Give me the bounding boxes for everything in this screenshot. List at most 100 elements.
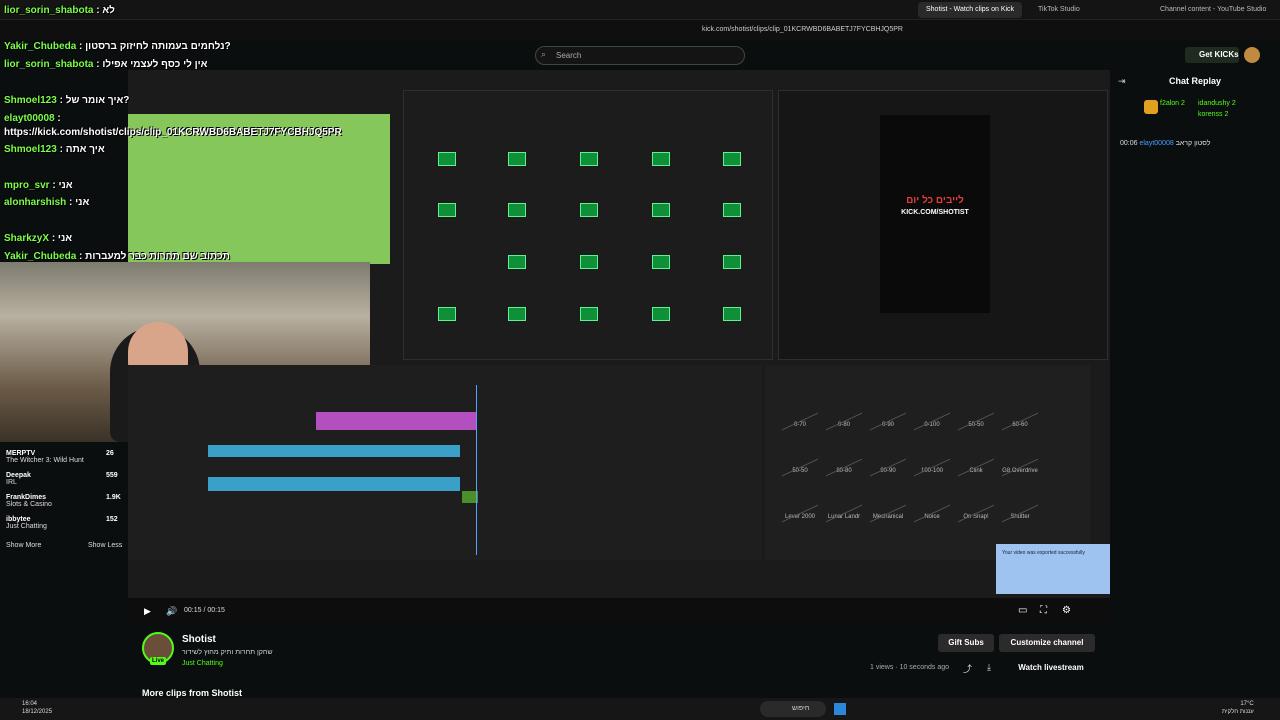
get-kicks-button[interactable]: Get KICKs	[1185, 47, 1239, 63]
download-icon[interactable]: ⤓	[987, 662, 991, 673]
clip-meta: 1 views · 10 seconds ago	[870, 664, 950, 671]
preview-url: KICK.COM/SHOTIST	[901, 209, 969, 216]
customize-channel-button[interactable]: Customize channel	[999, 634, 1095, 652]
channel-name[interactable]: Shotist	[182, 634, 216, 645]
video-controls: ▶ 🔊 00:15 / 00:15 ▭ ⛶ ⚙	[128, 598, 1110, 624]
fx-preset[interactable]: 0-90	[870, 389, 906, 434]
sidebar-item-frankdimes[interactable]: FrankDimes Slots & Casino 1.9K	[6, 494, 121, 508]
top-gifter[interactable]: idandushy 2	[1198, 100, 1236, 107]
bin-clip	[580, 203, 598, 217]
fx-preset[interactable]: Lever 2000	[782, 481, 818, 526]
editor-timeline[interactable]	[128, 365, 762, 560]
chat-message: 00:06 elayt00008 לסטון קראב	[1120, 140, 1211, 147]
live-badge: Live	[150, 657, 166, 665]
overlay-chat-line: Shmoel123 : איך אומר של?	[4, 95, 130, 106]
gift-subs-button[interactable]: Gift Subs	[938, 634, 994, 652]
overlay-chat-line: Yakir_Chubeda : תכתוב שם תחרות כבר למעבר…	[4, 251, 230, 262]
fx-preset[interactable]: 0-70	[782, 389, 818, 434]
export-toast: Your video was exported successfully	[996, 544, 1110, 594]
more-clips-heading: More clips from Shotist	[142, 688, 243, 698]
sidebar-item-ibbytee[interactable]: ibbytee Just Chatting 152	[6, 516, 118, 530]
fx-preset[interactable]: On Snap!	[958, 481, 994, 526]
bin-clip	[508, 255, 526, 269]
overlay-chat-link: https://kick.com/shotist/clips/clip_01KC…	[4, 127, 342, 138]
chat-replay-panel: Chat Replay ⇥ f2alon 2 idandushy 2 koren…	[1110, 70, 1280, 610]
timeline-clip	[316, 412, 476, 430]
preview-text: לייבים כל יום	[906, 195, 964, 206]
overlay-chat-line: lior_sorin_shabota : לא	[4, 5, 115, 16]
bin-clip	[580, 255, 598, 269]
start-icon[interactable]	[834, 703, 846, 715]
avatar[interactable]	[1244, 47, 1260, 63]
fx-preset[interactable]: Clink	[958, 435, 994, 480]
search-input[interactable]: Search	[535, 46, 745, 65]
bin-clip	[652, 255, 670, 269]
bin-clip	[580, 307, 598, 321]
show-less-button[interactable]: Show Less	[88, 542, 122, 549]
bin-clip	[723, 307, 741, 321]
bin-clip	[652, 203, 670, 217]
sidebar-item-merptv[interactable]: MERPTV The Witcher 3: Wild Hunt 26	[6, 450, 114, 464]
bin-clip	[652, 152, 670, 166]
fx-preset[interactable]: 0-100	[914, 389, 950, 434]
fullscreen-icon[interactable]: ⛶	[1040, 605, 1047, 616]
watch-livestream-button[interactable]: Watch livestream	[1006, 659, 1096, 677]
url-text[interactable]: kick.com/shotist/clips/clip_01KCRWBD6BAB…	[702, 26, 903, 33]
fx-preset[interactable]: 0-80	[826, 389, 862, 434]
fx-preset[interactable]: Shutter	[1002, 481, 1038, 526]
taskbar-search[interactable]: חיפוש	[760, 701, 826, 717]
bin-clip	[723, 255, 741, 269]
bin-clip	[438, 203, 456, 217]
time-display: 00:15 / 00:15	[184, 607, 225, 614]
top-gifter[interactable]: f2alon 2	[1160, 100, 1185, 107]
bin-clip	[652, 307, 670, 321]
fx-preset[interactable]: 80-80	[826, 435, 862, 480]
tab-tiktok[interactable]: TikTok Studio	[1030, 2, 1088, 18]
overlay-chat-line: lior_sorin_shabota : אין לי כסף לעצמי אפ…	[4, 59, 208, 70]
overlay-chat-line: mpro_svr : אני	[4, 180, 73, 191]
fx-preset[interactable]: Lunar Landr	[826, 481, 862, 526]
tab-kick[interactable]: Shotist - Watch clips on Kick	[918, 2, 1023, 18]
show-more-button[interactable]: Show More	[6, 542, 41, 549]
tab-youtube[interactable]: Channel content - YouTube Studio	[1152, 2, 1274, 18]
overlay-chat-line: elayt00008 :	[4, 113, 61, 124]
bin-clip	[438, 152, 456, 166]
fx-preset[interactable]: Mechanical	[870, 481, 906, 526]
bin-clip	[723, 152, 741, 166]
theater-mode-icon[interactable]: ▭	[1018, 605, 1027, 616]
playhead[interactable]	[476, 385, 477, 555]
timeline-clip	[208, 477, 460, 491]
sidebar-item-deepak[interactable]: Deepak IRL 559	[6, 472, 118, 486]
share-icon[interactable]: ⤴	[963, 662, 972, 675]
collapse-chat-icon[interactable]: ⇥	[1118, 76, 1126, 87]
channel-category[interactable]: Just Chatting	[182, 660, 223, 667]
vertical-preview: לייבים כל יום KICK.COM/SHOTIST	[880, 115, 990, 313]
fx-preset[interactable]: 50-50	[782, 435, 818, 480]
bin-clip	[723, 203, 741, 217]
search-icon: ⌕	[541, 49, 547, 59]
bin-clip	[580, 152, 598, 166]
play-icon[interactable]: ▶	[144, 606, 151, 617]
chat-title: Chat Replay	[1168, 76, 1221, 86]
bin-clip	[438, 307, 456, 321]
address-bar[interactable]: kick.com/shotist/clips/clip_01KCRWBD6BAB…	[0, 20, 1280, 40]
weather[interactable]: 17°C עננות חלקית	[1222, 700, 1254, 716]
top-gifter[interactable]: korenss 2	[1198, 111, 1228, 118]
fx-preset[interactable]: 60-60	[1002, 389, 1038, 434]
clock[interactable]: 16:04 18/12/2025	[22, 700, 52, 716]
gifter-icon	[1144, 100, 1158, 114]
fx-preset[interactable]: 90-90	[870, 435, 906, 480]
volume-icon[interactable]: 🔊	[166, 606, 177, 617]
fx-preset[interactable]: Noice	[914, 481, 950, 526]
fx-preset[interactable]: 100-100	[914, 435, 950, 480]
overlay-chat-line: Yakir_Chubeda : נלחמים בעמותה לחיזוק ברס…	[4, 41, 231, 52]
timeline-clip	[208, 445, 460, 457]
bin-clip	[508, 152, 526, 166]
settings-icon[interactable]: ⚙	[1062, 605, 1071, 616]
overlay-chat-line: SharkzyX : אני	[4, 233, 73, 244]
overlay-chat-line: Shmoel123 : איך אתה	[4, 144, 105, 155]
fx-preset[interactable]: G8 Overdrive	[1002, 435, 1038, 480]
bin-clip	[508, 307, 526, 321]
fx-preset[interactable]: 50-50	[958, 389, 994, 434]
bin-clip	[508, 203, 526, 217]
